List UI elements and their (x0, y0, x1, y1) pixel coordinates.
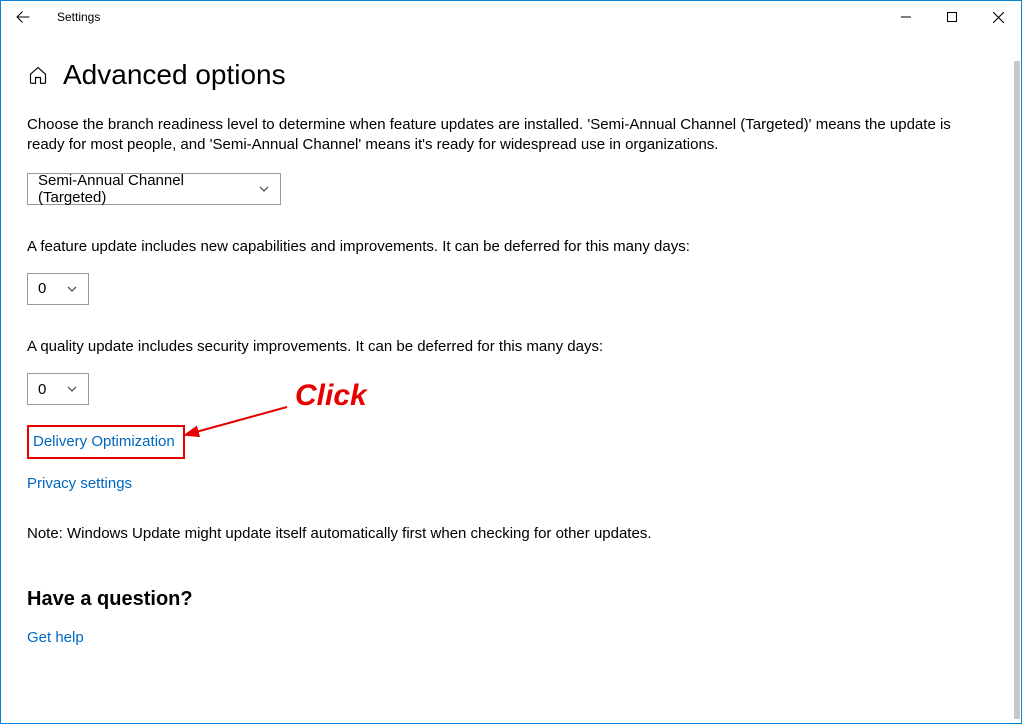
minimize-button[interactable] (883, 1, 929, 33)
window-controls (883, 1, 1021, 33)
get-help-link[interactable]: Get help (27, 629, 84, 646)
feature-defer-description: A feature update includes new capabiliti… (27, 237, 987, 257)
branch-readiness-dropdown[interactable]: Semi-Annual Channel (Targeted) (27, 173, 281, 205)
close-button[interactable] (975, 1, 1021, 33)
page-title: Advanced options (63, 59, 286, 91)
scrollbar[interactable] (1014, 61, 1020, 719)
settings-window: Settings Advanced options Choose the bra… (0, 0, 1022, 724)
quality-defer-description: A quality update includes security impro… (27, 337, 987, 357)
delivery-optimization-link[interactable]: Delivery Optimization (33, 433, 175, 450)
privacy-settings-link[interactable]: Privacy settings (27, 475, 132, 492)
content-area: Advanced options Choose the branch readi… (1, 33, 1021, 647)
maximize-icon (947, 12, 957, 22)
home-icon[interactable] (27, 64, 49, 86)
arrow-left-icon (14, 8, 32, 26)
maximize-button[interactable] (929, 1, 975, 33)
branch-description: Choose the branch readiness level to det… (27, 115, 987, 156)
window-title: Settings (57, 10, 100, 24)
close-icon (993, 12, 1004, 23)
titlebar: Settings (1, 1, 1021, 33)
quality-defer-value: 0 (38, 381, 46, 398)
chevron-down-icon (66, 383, 78, 395)
chevron-down-icon (66, 283, 78, 295)
feature-defer-value: 0 (38, 280, 46, 297)
question-heading: Have a question? (27, 588, 995, 611)
feature-defer-dropdown[interactable]: 0 (27, 273, 89, 305)
annotation-highlight: Delivery Optimization (27, 425, 185, 459)
chevron-down-icon (258, 183, 270, 195)
update-note: Note: Windows Update might update itself… (27, 525, 995, 542)
quality-defer-dropdown[interactable]: 0 (27, 373, 89, 405)
branch-readiness-value: Semi-Annual Channel (Targeted) (38, 172, 250, 206)
minimize-icon (901, 12, 911, 22)
back-button[interactable] (7, 1, 39, 33)
annotation-label: Click (295, 379, 367, 413)
